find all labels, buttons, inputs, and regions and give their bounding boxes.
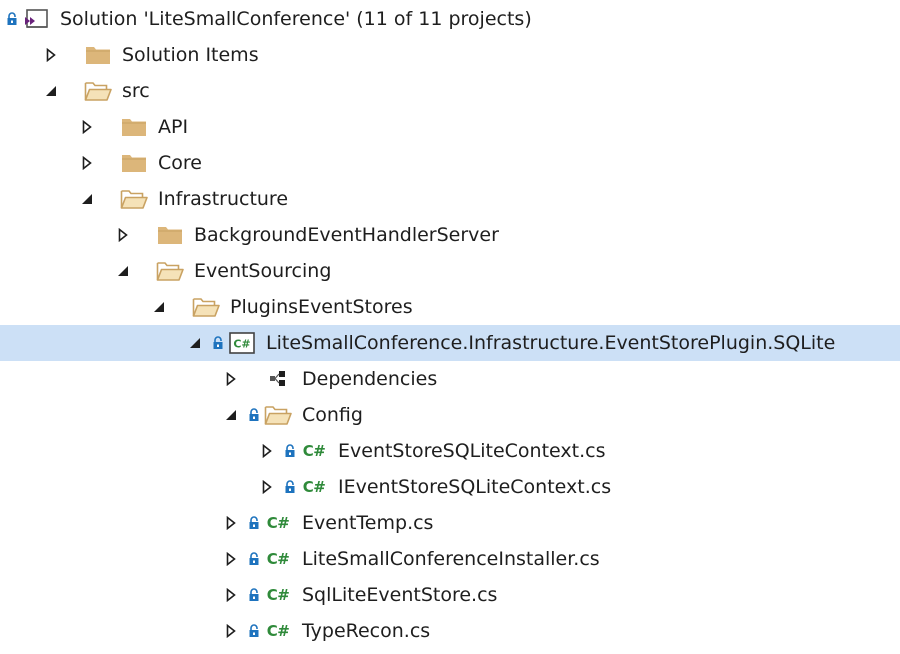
collapsed-triangle-icon[interactable] (220, 613, 242, 649)
csharp-file-glyph: C# (266, 622, 290, 640)
lock-icon (210, 336, 226, 350)
collapsed-triangle-icon[interactable] (76, 109, 98, 145)
tree-row-project-event-store-plugin-sqlite[interactable]: C# LiteSmallConference.Infrastructure.Eve… (0, 325, 900, 361)
collapsed-triangle-icon[interactable] (76, 145, 98, 181)
tree-row-file-event-temp[interactable]: C# EventTemp.cs (0, 505, 900, 541)
tree-row-file-event-store-sqlite-context[interactable]: C# EventStoreSQLiteContext.cs (0, 433, 900, 469)
expanded-triangle-icon[interactable] (76, 181, 98, 217)
dependencies-icon (264, 367, 292, 391)
tree-row-file-ievent-store-sqlite-context[interactable]: C# IEventStoreSQLiteContext.cs (0, 469, 900, 505)
csharp-file-icon: C# (300, 475, 328, 499)
folder-open-icon (192, 295, 220, 319)
tree-item-label: Core (158, 152, 202, 174)
csharp-file-glyph: C# (302, 478, 326, 496)
lock-icon (246, 588, 262, 602)
csharp-file-glyph: C# (302, 442, 326, 460)
tree-row-folder-background-event-handler-server[interactable]: BackgroundEventHandlerServer (0, 217, 900, 253)
csharp-file-icon: C# (264, 619, 292, 643)
tree-item-label: Dependencies (302, 368, 438, 390)
solution-icon (22, 7, 50, 31)
expanded-triangle-icon[interactable] (112, 253, 134, 289)
tree-row-folder-core[interactable]: Core (0, 145, 900, 181)
collapsed-triangle-icon[interactable] (220, 577, 242, 613)
tree-item-label: TypeRecon.cs (302, 620, 431, 642)
collapsed-triangle-icon[interactable] (220, 541, 242, 577)
folder-closed-icon (120, 151, 148, 175)
tree-item-label: PluginsEventStores (230, 296, 413, 318)
expanded-triangle-icon[interactable] (148, 289, 170, 325)
tree-item-label: Infrastructure (158, 188, 289, 210)
tree-item-label: EventTemp.cs (302, 512, 434, 534)
csharp-project-icon: C# (228, 331, 256, 355)
folder-open-icon (120, 187, 148, 211)
folder-closed-icon (84, 43, 112, 67)
tree-row-folder-src[interactable]: src (0, 73, 900, 109)
tree-row-node-dependencies[interactable]: Dependencies (0, 361, 900, 397)
tree-item-label: src (122, 80, 150, 102)
lock-icon (246, 516, 262, 530)
tree-item-label: EventSourcing (194, 260, 332, 282)
csharp-file-icon: C# (264, 547, 292, 571)
lock-icon (246, 552, 262, 566)
tree-row-solution-node[interactable]: Solution 'LiteSmallConference' (11 of 11… (0, 1, 900, 37)
tree-row-file-type-recon[interactable]: C# TypeRecon.cs (0, 613, 900, 649)
tree-row-file-lite-small-conference-installer[interactable]: C# LiteSmallConferenceInstaller.cs (0, 541, 900, 577)
tree-item-label: IEventStoreSQLiteContext.cs (338, 476, 612, 498)
tree-item-label: LiteSmallConferenceInstaller.cs (302, 548, 600, 570)
collapsed-triangle-icon[interactable] (256, 433, 278, 469)
lock-icon (4, 12, 20, 26)
collapsed-triangle-icon[interactable] (40, 37, 62, 73)
csharp-file-icon: C# (300, 439, 328, 463)
csharp-file-icon: C# (264, 583, 292, 607)
tree-item-label: Solution Items (122, 44, 259, 66)
expanded-triangle-icon[interactable] (184, 325, 206, 361)
expanded-triangle-icon[interactable] (40, 73, 62, 109)
collapsed-triangle-icon[interactable] (220, 361, 242, 397)
tree-row-file-sql-lite-event-store[interactable]: C# SqlLiteEventStore.cs (0, 577, 900, 613)
svg-text:C#: C# (233, 338, 250, 351)
csharp-file-glyph: C# (266, 550, 290, 568)
tree-item-label: Solution 'LiteSmallConference' (11 of 11… (60, 8, 532, 30)
lock-icon (246, 408, 262, 422)
folder-open-icon (264, 403, 292, 427)
csharp-file-glyph: C# (266, 586, 290, 604)
tree-item-label: SqlLiteEventStore.cs (302, 584, 498, 606)
tree-row-folder-solution-items[interactable]: Solution Items (0, 37, 900, 73)
tree-item-label: Config (302, 404, 363, 426)
folder-closed-icon (156, 223, 184, 247)
tree-row-folder-event-sourcing[interactable]: EventSourcing (0, 253, 900, 289)
tree-item-label: BackgroundEventHandlerServer (194, 224, 499, 246)
tree-row-folder-plugins-event-stores[interactable]: PluginsEventStores (0, 289, 900, 325)
tree-item-label: EventStoreSQLiteContext.cs (338, 440, 606, 462)
tree-item-label: API (158, 116, 189, 138)
folder-open-icon (84, 79, 112, 103)
lock-icon (282, 444, 298, 458)
collapsed-triangle-icon[interactable] (112, 217, 134, 253)
solution-explorer-tree: Solution 'LiteSmallConference' (11 of 11… (0, 0, 900, 654)
lock-icon (282, 480, 298, 494)
tree-row-folder-config[interactable]: Config (0, 397, 900, 433)
tree-row-folder-api[interactable]: API (0, 109, 900, 145)
csharp-file-glyph: C# (266, 514, 290, 532)
collapsed-triangle-icon[interactable] (220, 505, 242, 541)
lock-icon (246, 624, 262, 638)
tree-row-folder-infrastructure[interactable]: Infrastructure (0, 181, 900, 217)
folder-open-icon (156, 259, 184, 283)
expanded-triangle-icon[interactable] (220, 397, 242, 433)
collapsed-triangle-icon[interactable] (256, 469, 278, 505)
csharp-file-icon: C# (264, 511, 292, 535)
folder-closed-icon (120, 115, 148, 139)
tree-item-label: LiteSmallConference.Infrastructure.Event… (266, 332, 836, 354)
